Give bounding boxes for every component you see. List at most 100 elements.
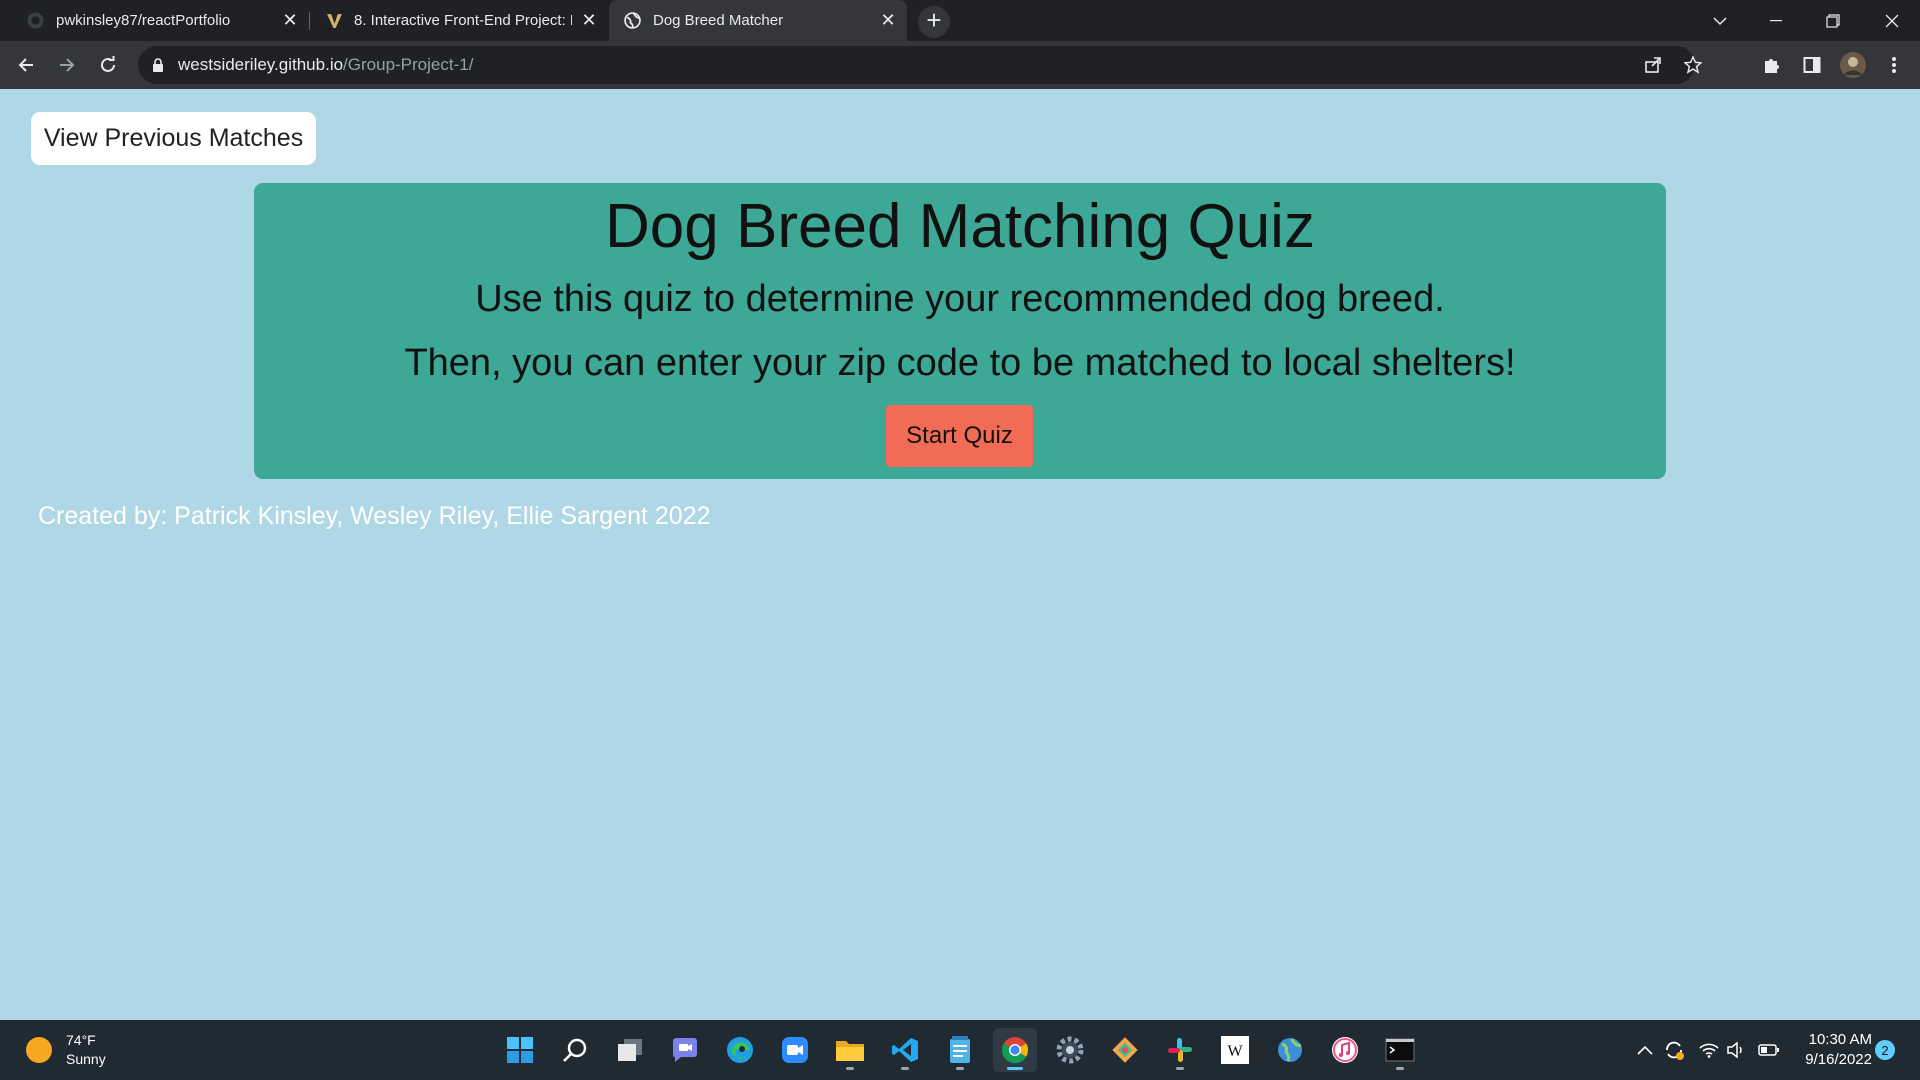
tab-search-button[interactable] [1692,0,1748,41]
git-client-button[interactable] [1103,1028,1147,1072]
battery-icon [1758,1044,1779,1056]
taskbar-search-button[interactable] [553,1028,597,1072]
system-clock[interactable]: 10:30 AM 9/16/2022 [1792,1030,1872,1070]
page-title: Dog Breed Matching Quiz [605,192,1315,261]
wikipedia-button[interactable]: W [1213,1028,1257,1072]
side-panel-icon [1803,57,1821,73]
teams-chat-icon [673,1038,697,1062]
running-indicator [846,1067,854,1070]
chrome-button[interactable] [993,1028,1037,1072]
extensions-button[interactable] [1756,49,1788,81]
reload-button[interactable] [92,49,124,81]
bookmark-button[interactable] [1678,50,1708,80]
task-view-button[interactable] [608,1028,652,1072]
show-hidden-icons-button[interactable] [1633,1038,1657,1062]
restore-button[interactable] [1805,0,1861,41]
running-indicator [1176,1067,1184,1070]
back-button[interactable] [10,49,42,81]
side-panel-button[interactable] [1796,49,1828,81]
settings-icon [1056,1036,1084,1064]
minimize-button[interactable] [1748,0,1804,41]
address-bar[interactable]: westsideriley.github.io/Group-Project-1/ [138,46,1702,84]
close-window-button[interactable] [1864,0,1920,41]
tab-title: pwkinsley87/reactPortfolio [56,12,231,29]
avatar [1840,52,1866,78]
browser-globe-button[interactable] [1268,1028,1312,1072]
teams-chat-button[interactable] [663,1028,707,1072]
sync-icon [1666,1041,1684,1060]
slack-button[interactable] [1158,1028,1202,1072]
chrome-menu-button[interactable] [1878,49,1910,81]
svg-text:W: W [1227,1043,1243,1060]
intro-text-line-2: Then, you can enter your zip code to be … [404,342,1516,384]
volume-button[interactable] [1724,1038,1748,1062]
edge-icon [727,1037,753,1063]
terminal-icon [1385,1038,1415,1062]
itunes-icon [1332,1037,1358,1063]
edge-button[interactable] [718,1028,762,1072]
vanderbilt-icon [326,12,343,29]
browser-tab-strip: pwkinsley87/reactPortfolio ✕ 8. Interact… [0,0,1920,41]
url-host: westsideriley.github.io [178,55,344,74]
star-icon [1684,56,1702,74]
clock-time: 10:30 AM [1808,1031,1872,1048]
sync-status-button[interactable] [1662,1038,1686,1062]
reload-icon [101,56,115,72]
weather-widget[interactable]: 74°F Sunny [26,1031,106,1069]
url-path: /Group-Project-1/ [343,55,474,74]
share-button[interactable] [1638,50,1668,80]
sun-icon [26,1037,52,1063]
tab-title: Dog Breed Matcher [653,12,784,29]
wifi-button[interactable] [1697,1038,1721,1062]
running-indicator [1007,1067,1023,1070]
tab-title: 8. Interactive Front-End Project: K [354,12,572,29]
globe-icon [624,12,641,29]
file-explorer-button[interactable] [828,1028,872,1072]
start-quiz-button[interactable]: Start Quiz [886,405,1033,467]
restore-icon [1826,13,1840,28]
clock-date: 9/16/2022 [1805,1051,1872,1068]
terminal-button[interactable] [1378,1028,1422,1072]
notification-badge[interactable]: 2 [1875,1040,1895,1060]
tab-react-portfolio[interactable]: pwkinsley87/reactPortfolio ✕ [0,0,308,41]
tab-interactive-project[interactable]: 8. Interactive Front-End Project: K ✕ [310,0,608,41]
running-indicator [956,1067,964,1070]
close-icon [1885,14,1899,27]
chevron-up-icon [1637,1045,1653,1055]
new-tab-button[interactable]: + [918,5,950,38]
close-icon[interactable]: ✕ [279,9,301,31]
chrome-icon [1001,1037,1029,1064]
share-icon [1645,57,1661,73]
credits-footer: Created by: Patrick Kinsley, Wesley Rile… [38,502,711,530]
intro-text-line-1: Use this quiz to determine your recommen… [475,278,1445,320]
puzzle-piece-icon [1765,59,1779,73]
wifi-icon [1699,1043,1719,1058]
quiz-intro-card: Dog Breed Matching Quiz Use this quiz to… [254,183,1666,479]
notepad-button[interactable] [938,1028,982,1072]
more-vertical-icon [1892,57,1896,73]
windows-start-icon [507,1037,533,1063]
zoom-icon [782,1037,808,1063]
settings-button[interactable] [1048,1028,1092,1072]
tab-dog-breed-matcher[interactable]: Dog Breed Matcher ✕ [609,0,907,41]
zoom-button[interactable] [773,1028,817,1072]
profile-button[interactable] [1837,49,1869,81]
search-icon [563,1038,587,1062]
view-previous-matches-button[interactable]: View Previous Matches [31,112,316,165]
itunes-button[interactable] [1323,1028,1367,1072]
close-icon[interactable]: ✕ [578,9,600,31]
forward-button[interactable] [51,49,83,81]
running-indicator [901,1067,909,1070]
arrow-right-icon [60,58,75,72]
close-icon[interactable]: ✕ [877,9,899,31]
notepad-icon [950,1036,970,1063]
arrow-left-icon [18,58,33,72]
start-button[interactable] [498,1028,542,1072]
vscode-icon [892,1038,918,1062]
speaker-icon [1727,1041,1742,1059]
url-text: westsideriley.github.io/Group-Project-1/ [178,55,473,75]
browser-globe-icon [1278,1038,1302,1062]
battery-button[interactable] [1757,1038,1781,1062]
task-view-icon [618,1039,642,1061]
vscode-button[interactable] [883,1028,927,1072]
